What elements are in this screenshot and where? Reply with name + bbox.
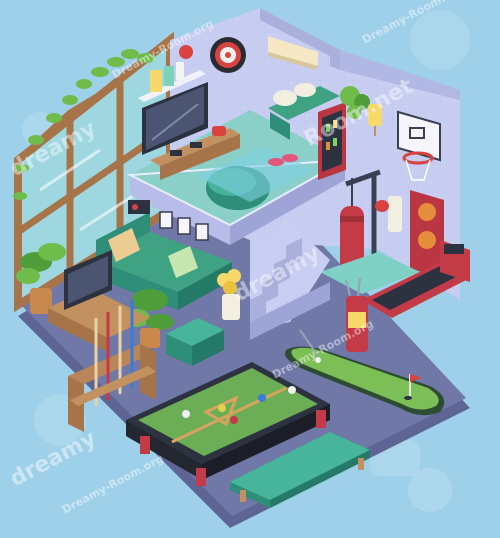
- speaker-icon: [128, 200, 150, 214]
- dumbbell-icon: [212, 126, 226, 136]
- fridge-icon[interactable]: [318, 102, 346, 180]
- dartboard-icon[interactable]: [210, 37, 246, 73]
- room-scene: [13, 8, 470, 528]
